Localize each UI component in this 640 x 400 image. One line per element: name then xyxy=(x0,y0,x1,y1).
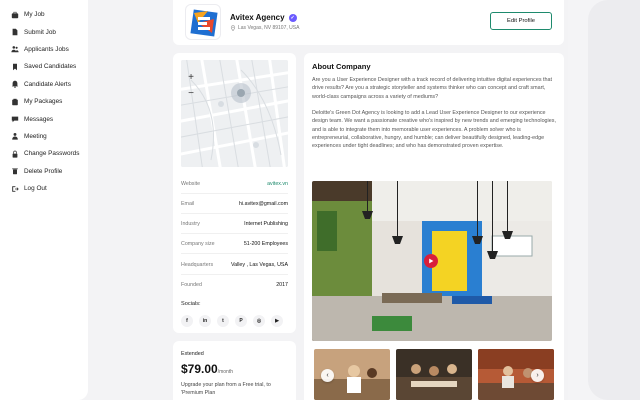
info-label: Founded xyxy=(181,282,202,288)
info-row-industry: Industry Internet Publishing xyxy=(181,214,288,234)
company-location: Las Vegas, NV 89107, USA xyxy=(230,25,299,31)
sidebar-item-label: Applicants Jobs xyxy=(24,45,69,53)
sidebar-item-label: Saved Candidates xyxy=(24,63,77,71)
sidebar-item-label: My Packages xyxy=(24,98,63,106)
sidebar-item-log-out[interactable]: Log Out xyxy=(0,180,88,197)
company-logo xyxy=(185,4,221,40)
sidebar-item-label: Log Out xyxy=(24,185,47,193)
info-label: Email xyxy=(181,200,195,207)
website-link[interactable]: avitex.vn xyxy=(267,181,288,187)
briefcase-icon xyxy=(11,11,19,19)
map-zoom-in-button[interactable]: + xyxy=(185,70,197,84)
about-company-card: About Company Are you a User Experience … xyxy=(304,53,564,400)
logout-icon xyxy=(11,185,19,193)
map-streets xyxy=(181,60,288,167)
info-value: 2017 xyxy=(276,282,288,288)
info-value: Valley , Las Vegas, USA xyxy=(230,261,288,268)
social-links: f in t P ◎ ▶ xyxy=(181,315,283,327)
info-value: Internet Publishing xyxy=(244,220,288,227)
info-label: Website xyxy=(181,180,201,187)
sidebar-item-label: Change Passwords xyxy=(24,150,80,158)
package-icon xyxy=(11,98,19,106)
plan-description: Upgrade your plan from a Free trial, to … xyxy=(181,382,271,396)
info-label: Industry xyxy=(181,220,200,227)
youtube-icon[interactable]: ▶ xyxy=(271,315,283,327)
plan-price-period: /month xyxy=(217,369,233,375)
gallery-thumbnail-image xyxy=(396,349,472,400)
sidebar-item-submit-job[interactable]: Submit Job xyxy=(0,23,88,40)
info-row-company-size: Company size 51-200 Employees xyxy=(181,234,288,254)
info-row-email: Email hi.avitex@gmail.com xyxy=(181,194,288,214)
message-icon xyxy=(11,115,19,123)
sidebar-item-label: Candidate Alerts xyxy=(24,80,71,88)
sidebar-item-delete-profile[interactable]: Delete Profile xyxy=(0,163,88,180)
company-header-card: Avitex Agency ✓ Las Vegas, NV 89107, USA… xyxy=(173,0,564,45)
verified-check-icon: ✓ xyxy=(288,13,297,22)
gallery-prev-button[interactable]: ‹ xyxy=(321,369,334,382)
sidebar-item-my-packages[interactable]: My Packages xyxy=(0,93,88,110)
lock-icon xyxy=(11,150,19,158)
map-zoom-out-button[interactable]: − xyxy=(185,86,197,100)
meeting-icon xyxy=(11,132,19,141)
plan-price-amount: $79.00 xyxy=(181,362,218,376)
socials-title: Socials: xyxy=(181,301,201,307)
plan-card: Extended $79.00/month Upgrade your plan … xyxy=(173,341,296,400)
sidebar-item-messages[interactable]: Messages xyxy=(0,110,88,127)
trash-icon xyxy=(11,167,19,175)
sidebar-item-applicants-jobs[interactable]: Applicants Jobs xyxy=(0,41,88,58)
gallery-thumbnail[interactable] xyxy=(396,349,472,400)
sidebar-item-label: Delete Profile xyxy=(24,167,63,175)
sidebar: My Job Submit Job Applicants Jobs Saved … xyxy=(0,0,88,400)
sidebar-item-label: Messages xyxy=(24,115,54,123)
page-right-shade xyxy=(588,0,640,400)
info-label: Headquarters xyxy=(181,261,214,268)
sidebar-item-label: My Job xyxy=(24,11,45,19)
sidebar-item-label: Submit Job xyxy=(24,28,56,36)
company-name: Avitex Agency ✓ xyxy=(230,13,297,22)
sidebar-item-my-job[interactable]: My Job xyxy=(0,6,88,23)
sidebar-item-meeting[interactable]: Meeting xyxy=(0,128,88,145)
linkedin-icon[interactable]: in xyxy=(199,315,211,327)
info-row-founded: Founded 2017 xyxy=(181,275,288,295)
location-text: Las Vegas, NV 89107, USA xyxy=(238,25,300,31)
edit-profile-button[interactable]: Edit Profile xyxy=(490,12,552,30)
sidebar-item-change-passwords[interactable]: Change Passwords xyxy=(0,145,88,162)
play-video-button[interactable] xyxy=(424,254,438,268)
location-map[interactable]: + − xyxy=(181,60,288,167)
gallery-next-button[interactable]: › xyxy=(531,369,544,382)
play-icon xyxy=(429,258,434,264)
sidebar-item-saved-candidates[interactable]: Saved Candidates xyxy=(0,58,88,75)
company-name-text: Avitex Agency xyxy=(230,13,285,22)
sidebar-item-candidate-alerts[interactable]: Candidate Alerts xyxy=(0,76,88,93)
document-icon xyxy=(11,28,19,36)
bell-icon xyxy=(11,80,19,89)
about-paragraph: Deloitte's Green Dot Agency is looking t… xyxy=(312,110,556,150)
bookmark-icon xyxy=(11,63,19,71)
about-title: About Company xyxy=(312,62,371,71)
plan-price: $79.00/month xyxy=(181,362,233,376)
location-pin-icon xyxy=(230,25,236,31)
office-photo[interactable] xyxy=(312,181,552,341)
company-info-card: + − Website avitex.vn Email hi.avitex@gm… xyxy=(173,53,296,333)
sidebar-item-label: Meeting xyxy=(24,132,47,140)
plan-name: Extended xyxy=(181,351,204,357)
info-row-headquarters: Headquarters Valley , Las Vegas, USA xyxy=(181,255,288,275)
pinterest-icon[interactable]: P xyxy=(235,315,247,327)
users-icon xyxy=(11,45,19,53)
info-row-website: Website avitex.vn xyxy=(181,174,288,194)
info-label: Company size xyxy=(181,240,215,247)
info-value: 51-200 Employees xyxy=(243,240,288,247)
info-value: hi.avitex@gmail.com xyxy=(239,200,288,207)
about-paragraph: Are you a User Experience Designer with … xyxy=(312,77,553,100)
facebook-icon[interactable]: f xyxy=(181,315,193,327)
instagram-icon[interactable]: ◎ xyxy=(253,315,265,327)
twitter-icon[interactable]: t xyxy=(217,315,229,327)
